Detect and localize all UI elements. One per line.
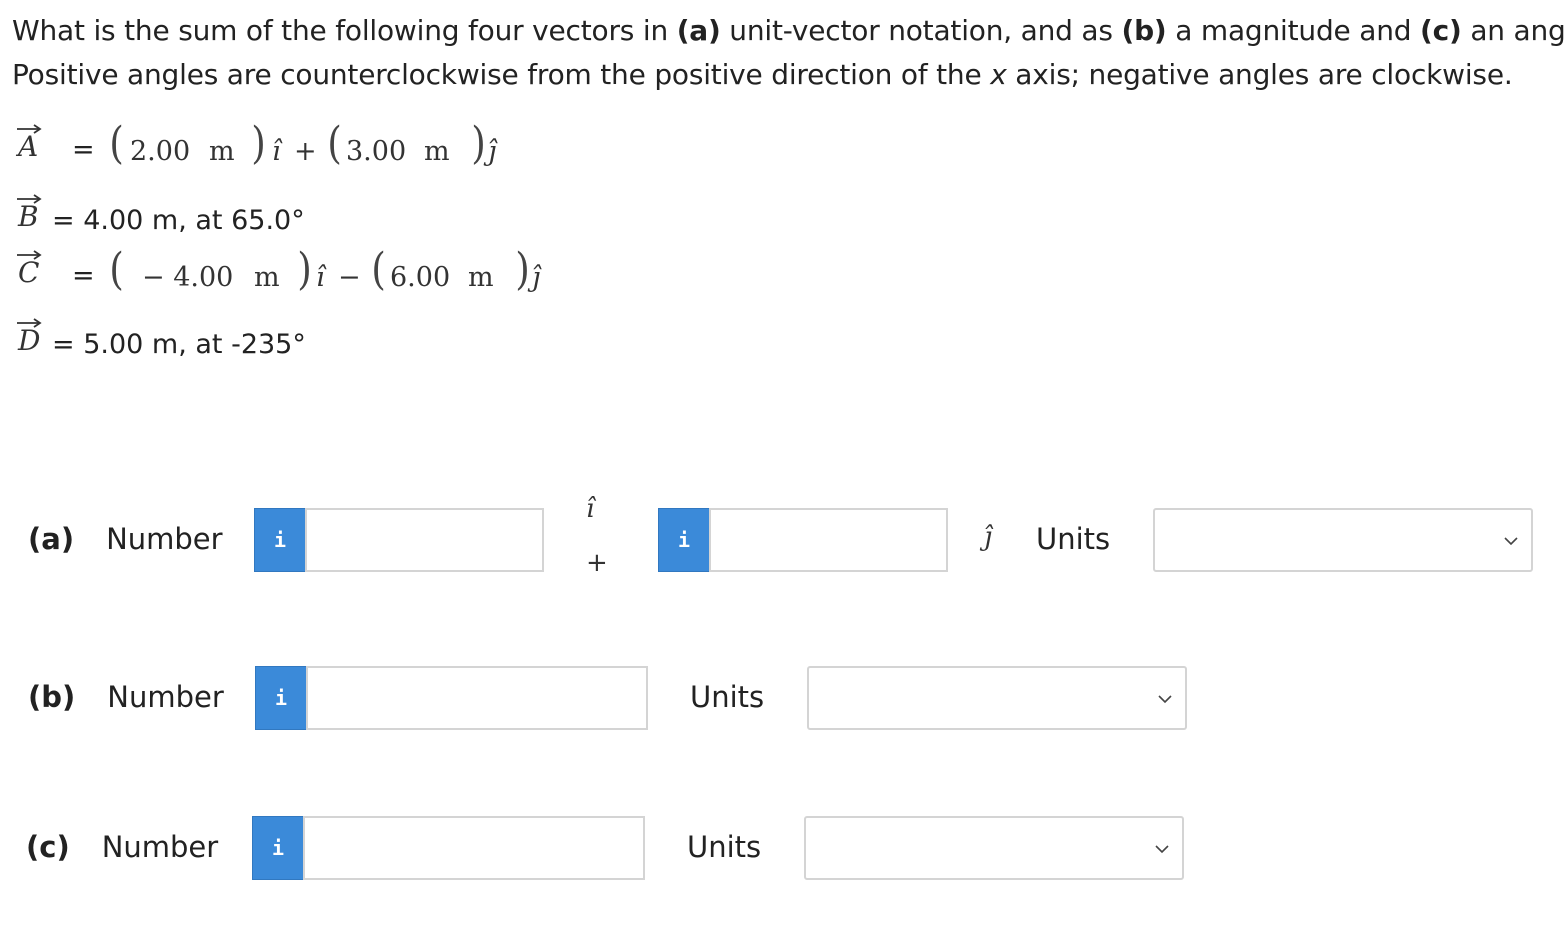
paren-open: ( (109, 244, 124, 295)
j-hat: ĵ (532, 262, 541, 293)
vector-letter: B (18, 200, 39, 233)
question-text: a magnitude and (1166, 14, 1421, 47)
question-text: axis; negative angles are clockwise. (1006, 58, 1513, 91)
equals-sign: = (72, 260, 95, 291)
i-hat-label: î (586, 494, 595, 524)
c-x-unit: m (254, 262, 280, 293)
question-line-1: What is the sum of the following four ve… (12, 14, 1568, 47)
answer-a-i-input[interactable] (305, 508, 544, 572)
j-hat-label: ĵ (984, 522, 993, 552)
paren-close: ) (297, 244, 312, 295)
vector-b-symbol: B (16, 188, 46, 244)
c-y-unit: m (468, 262, 494, 293)
paren-open: ( (109, 118, 124, 169)
vector-b-value: = 4.00 m, at 65.0° (52, 205, 305, 236)
a-y-unit: m (424, 136, 450, 167)
info-button[interactable]: i (252, 816, 304, 880)
part-c-ref: (c) (1420, 14, 1462, 47)
chevron-down-icon (1158, 695, 1172, 704)
question-text: What is the sum of the following four ve… (12, 14, 677, 47)
question-text: unit-vector notation, and as (720, 14, 1122, 47)
number-label: Number (107, 680, 224, 714)
units-label: Units (1036, 522, 1111, 556)
question-text: Positive angles are counterclockwise fro… (12, 58, 991, 91)
a-x-unit: m (209, 136, 235, 167)
vector-a-symbol: A (16, 118, 46, 174)
info-icon: i (271, 836, 285, 860)
a-x-component: 2.00 (130, 136, 191, 167)
answer-a-j-input[interactable] (709, 508, 948, 572)
part-b-label: (b) Number (28, 680, 224, 714)
vector-letter: A (18, 130, 39, 163)
i-hat: î (316, 262, 325, 293)
plus-label: + (586, 548, 608, 578)
vector-c-symbol: C (16, 244, 46, 300)
chevron-down-icon (1155, 845, 1169, 854)
vector-letter: D (18, 324, 41, 357)
vector-a-definition: A = ( 2.00 m ) î + ( 3.00 m ) ĵ (16, 118, 576, 174)
info-button[interactable]: i (658, 508, 710, 572)
equals-sign: = (72, 134, 95, 165)
number-label: Number (106, 522, 223, 556)
paren-open: ( (371, 244, 386, 295)
paren-open: ( (327, 118, 342, 169)
question-line-2: Positive angles are counterclockwise fro… (12, 58, 1513, 91)
units-b-select[interactable] (807, 666, 1187, 730)
answer-c-input[interactable] (303, 816, 645, 880)
info-icon: i (677, 528, 691, 552)
part-b-ref: (b) (1121, 14, 1167, 47)
paren-close: ) (471, 118, 486, 169)
j-hat: ĵ (488, 136, 497, 167)
units-label: Units (690, 680, 765, 714)
number-label: Number (101, 830, 219, 864)
paren-close: ) (251, 118, 266, 169)
info-button[interactable]: i (255, 666, 307, 730)
units-c-select[interactable] (804, 816, 1184, 880)
c-y-component: 6.00 (390, 262, 451, 293)
part-c-marker: (c) (26, 830, 70, 864)
part-a-marker: (a) (28, 522, 75, 556)
x-axis-var: x (990, 58, 1007, 91)
info-icon: i (274, 686, 288, 710)
paren-close: ) (515, 244, 530, 295)
vector-d-definition: D = 5.00 m, at -235° (16, 312, 416, 368)
units-label: Units (687, 830, 762, 864)
vector-letter: C (18, 256, 40, 289)
part-a-label: (a) Number (28, 522, 223, 556)
vector-d-value: = 5.00 m, at -235° (52, 329, 306, 360)
units-a-select[interactable] (1153, 508, 1533, 572)
minus-sign: − (338, 262, 361, 293)
vector-b-definition: B = 4.00 m, at 65.0° (16, 188, 416, 244)
vector-d-symbol: D (16, 312, 46, 368)
i-hat: î (272, 136, 281, 167)
part-c-label: (c) Number (26, 830, 218, 864)
question-text: an angle? (1470, 14, 1568, 47)
info-icon: i (273, 528, 287, 552)
info-button[interactable]: i (254, 508, 306, 572)
c-x-component: − 4.00 (142, 262, 234, 293)
vector-c-definition: C = ( − 4.00 m ) î − ( 6.00 m ) ĵ (16, 244, 576, 300)
chevron-down-icon (1504, 537, 1518, 546)
plus-sign: + (294, 136, 317, 167)
a-y-component: 3.00 (346, 136, 407, 167)
answer-b-input[interactable] (306, 666, 648, 730)
part-a-ref: (a) (676, 14, 721, 47)
part-b-marker: (b) (28, 680, 76, 714)
